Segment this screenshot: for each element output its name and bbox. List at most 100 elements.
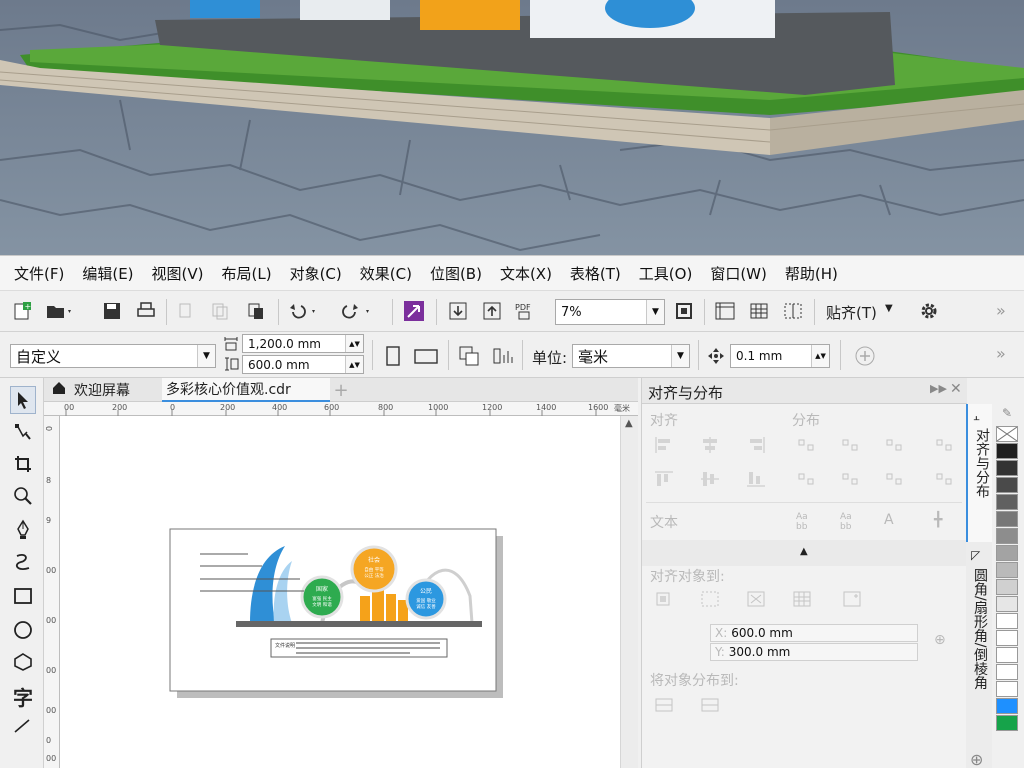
all-pages-icon[interactable] <box>456 344 482 368</box>
menu-help[interactable]: 帮助(H) <box>785 263 838 284</box>
dimension-tool-icon[interactable] <box>10 716 36 736</box>
distribute-top-icon[interactable] <box>796 470 816 488</box>
tab-document[interactable]: 多彩核心价值观.cdr <box>162 378 330 402</box>
cut-icon[interactable] <box>174 300 198 322</box>
page-size-select[interactable]: 自定义 ▼ <box>10 344 216 368</box>
menu-effects[interactable]: 效果(C) <box>360 263 412 284</box>
save-icon[interactable] <box>100 300 124 322</box>
close-icon[interactable]: ✕ <box>950 381 962 397</box>
text-baseline-last-icon[interactable]: Aa bb <box>840 512 860 532</box>
artistic-media-icon[interactable] <box>10 548 36 576</box>
color-swatch[interactable] <box>996 528 1018 544</box>
distribute-left-icon[interactable] <box>796 436 816 454</box>
zoom-level-select[interactable]: 7% ▼ <box>555 299 665 325</box>
color-swatch[interactable] <box>996 596 1018 612</box>
import-icon[interactable] <box>402 300 426 322</box>
color-swatch[interactable] <box>996 460 1018 476</box>
horizontal-ruler[interactable]: 00 200 0 200 400 600 800 1000 1200 1400 … <box>44 402 638 416</box>
distribute-spacing-h-icon[interactable] <box>934 436 954 454</box>
nudge-distance-field[interactable]: 0.1 mm ▲▼ <box>730 344 830 368</box>
color-swatch[interactable] <box>996 664 1018 680</box>
menu-table[interactable]: 表格(T) <box>570 263 621 284</box>
pdf-icon[interactable]: PDF <box>514 300 538 322</box>
gear-icon[interactable] <box>916 300 942 322</box>
menu-bitmaps[interactable]: 位图(B) <box>430 263 482 284</box>
scroll-up-icon[interactable]: ▲ <box>625 418 633 429</box>
redo-icon[interactable] <box>340 300 374 322</box>
vertical-scrollbar[interactable]: ▲ <box>620 416 638 768</box>
side-tab-align[interactable]: ⫠ 对齐与分布 <box>966 404 992 542</box>
docker-collapse-icon[interactable]: ▶▶ <box>930 382 947 395</box>
drawing-canvas[interactable]: 国家 富强 民主 文明 和谐 社会 自由 平等 公正 法治 公民 爱国 敬业 诚… <box>60 416 620 768</box>
menu-object[interactable]: 对象(C) <box>290 263 342 284</box>
color-swatch[interactable] <box>996 443 1018 459</box>
expand-arrow-icon[interactable]: ▲ <box>800 546 808 557</box>
toolbar-overflow-icon[interactable]: » <box>996 301 1006 320</box>
download-icon[interactable] <box>446 300 470 322</box>
color-swatch[interactable] <box>996 494 1018 510</box>
ellipse-tool-icon[interactable] <box>10 616 36 644</box>
color-swatch[interactable] <box>996 511 1018 527</box>
color-swatch[interactable] <box>996 647 1018 663</box>
menu-window[interactable]: 窗口(W) <box>710 263 767 284</box>
copy-icon[interactable] <box>208 300 232 322</box>
portrait-icon[interactable] <box>382 344 404 368</box>
open-folder-icon[interactable] <box>44 300 74 322</box>
y-coordinate-field[interactable]: Y: 300.0 mm <box>710 643 918 661</box>
color-swatch[interactable] <box>996 579 1018 595</box>
show-guidelines-icon[interactable] <box>780 300 806 322</box>
show-grid-icon[interactable] <box>746 300 772 322</box>
crop-tool-icon[interactable] <box>10 450 36 478</box>
zoom-tool-icon[interactable] <box>10 482 36 510</box>
current-page-icon[interactable] <box>490 344 516 368</box>
full-screen-icon[interactable] <box>672 300 696 322</box>
chevron-down-icon[interactable]: ▼ <box>646 300 664 324</box>
undo-icon[interactable] <box>286 300 320 322</box>
docker-expand-strip[interactable]: ▲ <box>642 540 967 566</box>
align-center-v-icon[interactable] <box>700 470 720 488</box>
color-swatch[interactable] <box>996 681 1018 697</box>
menu-edit[interactable]: 编辑(E) <box>82 263 133 284</box>
color-swatch[interactable] <box>996 630 1018 646</box>
color-swatch[interactable] <box>996 715 1018 731</box>
new-document-icon[interactable]: + <box>10 300 34 322</box>
menu-view[interactable]: 视图(V) <box>152 263 204 284</box>
color-swatch[interactable] <box>996 698 1018 714</box>
pick-tool-icon[interactable] <box>10 386 36 414</box>
landscape-icon[interactable] <box>412 344 440 368</box>
vertical-ruler[interactable]: 0 8 9 00 00 00 00 0 00 <box>44 416 60 768</box>
chevron-down-icon[interactable]: ▲▼ <box>345 356 363 373</box>
align-bottom-icon[interactable] <box>746 470 766 488</box>
chevron-down-icon[interactable]: ▼ <box>671 345 689 367</box>
text-baseline-first-icon[interactable]: Aa bb <box>796 512 816 532</box>
distribute-middle-icon[interactable] <box>840 470 860 488</box>
chevron-down-icon[interactable]: ▲▼ <box>345 335 363 352</box>
distribute-to-selection-icon[interactable] <box>654 696 674 714</box>
align-to-grid-icon[interactable] <box>792 590 812 608</box>
rectangle-tool-icon[interactable] <box>10 582 36 610</box>
distribute-right-icon[interactable] <box>884 436 904 454</box>
align-center-h-icon[interactable] <box>700 436 720 454</box>
snap-to-menu[interactable]: 贴齐(T) <box>826 302 877 323</box>
export-icon[interactable] <box>480 300 504 322</box>
align-to-page-edge-icon[interactable] <box>700 590 720 608</box>
chevron-down-icon[interactable]: ▼ <box>197 345 215 367</box>
polygon-tool-icon[interactable] <box>10 648 36 676</box>
menu-tools[interactable]: 工具(O) <box>639 263 693 284</box>
pen-tool-icon[interactable] <box>10 516 36 544</box>
align-left-icon[interactable] <box>654 436 674 454</box>
add-page-icon[interactable] <box>852 344 878 368</box>
text-tool-icon[interactable]: 字 <box>10 682 36 710</box>
page-height-field[interactable]: 600.0 mm ▲▼ <box>242 355 364 374</box>
color-swatch[interactable] <box>996 562 1018 578</box>
propbar-overflow-icon[interactable]: » <box>996 344 1006 363</box>
distribute-to-page-icon[interactable] <box>700 696 720 714</box>
distribute-bottom-icon[interactable] <box>884 470 904 488</box>
add-docker-icon[interactable]: ⊕ <box>970 750 983 768</box>
chevron-down-icon[interactable]: ▲▼ <box>811 345 829 367</box>
pick-point-icon[interactable]: ⊕ <box>934 632 954 650</box>
text-outline-icon[interactable]: ╋ <box>934 512 954 530</box>
distribute-center-icon[interactable] <box>840 436 860 454</box>
shape-tool-icon[interactable] <box>10 418 36 446</box>
color-swatch[interactable] <box>996 613 1018 629</box>
